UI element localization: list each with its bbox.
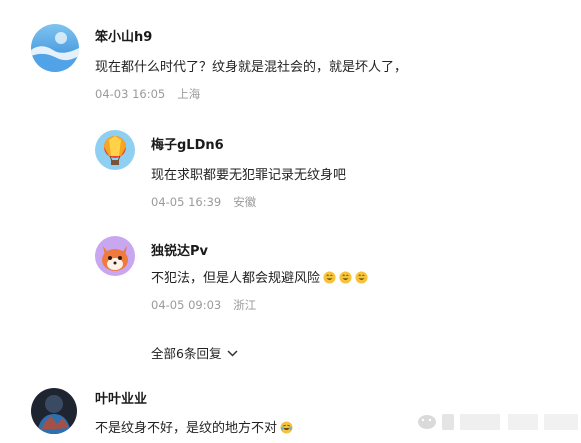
user-avatar[interactable] xyxy=(31,24,79,72)
expand-replies-button[interactable]: 全部6条回复 xyxy=(151,343,238,362)
reply-location: 浙江 xyxy=(233,298,257,312)
comment-username[interactable]: 笨小山h9 xyxy=(95,26,152,45)
reply-text: 不犯法，但是人都会规避风险 xyxy=(151,271,321,286)
comment-meta: 04-03 16:05 上海 xyxy=(95,86,200,102)
grin-emoji-icon xyxy=(355,271,368,284)
chevron-down-icon xyxy=(227,350,238,357)
reply-location: 安徽 xyxy=(233,195,257,209)
comment-username[interactable]: 叶叶业业 xyxy=(95,388,147,407)
expand-replies-label: 全部6条回复 xyxy=(151,346,222,361)
grin-emoji-icon xyxy=(339,271,352,284)
reply-meta: 04-05 09:03 浙江 xyxy=(151,297,256,313)
reply-username[interactable]: 独锐达Pv xyxy=(151,240,208,259)
reply-meta: 04-05 16:39 安徽 xyxy=(151,194,256,210)
comment-text: 现在都什么时代了？纹身就是混社会的，就是坏人了， xyxy=(95,60,408,75)
grin-emoji-icon xyxy=(323,271,336,284)
comment-location: 上海 xyxy=(177,87,201,101)
fox-cartoon-avatar-icon xyxy=(95,236,135,276)
watermark-logo-icon xyxy=(418,414,578,430)
reply-time: 04-05 09:03 xyxy=(151,298,222,312)
reply-item: 独锐达Pv 不犯法，但是人都会规避风险 04-05 09:03 浙江 xyxy=(0,220,581,330)
laugh-tears-emoji-icon xyxy=(280,421,293,434)
user-avatar[interactable] xyxy=(31,388,77,434)
comment-item: 笨小山h9 现在都什么时代了？纹身就是混社会的，就是坏人了， 04-03 16:… xyxy=(0,0,581,110)
reply-item: 梅子gLDn6 现在求职都要无犯罪记录无纹身吧 04-05 16:39 安徽 xyxy=(0,110,581,220)
user-avatar[interactable] xyxy=(95,130,135,170)
comment-text: 不是纹身不好，是纹的地方不对 xyxy=(95,421,278,436)
comment-time: 04-03 16:05 xyxy=(95,87,166,101)
dark-scene-avatar-icon xyxy=(31,388,77,434)
reply-time: 04-05 16:39 xyxy=(151,195,222,209)
reply-text: 现在求职都要无犯罪记录无纹身吧 xyxy=(151,168,347,183)
blue-ocean-avatar-icon xyxy=(31,24,79,72)
user-avatar[interactable] xyxy=(95,236,135,276)
hot-air-balloon-avatar-icon xyxy=(95,130,135,170)
reply-text-line: 不犯法，但是人都会规避风险 xyxy=(151,267,368,286)
reply-username[interactable]: 梅子gLDn6 xyxy=(151,134,224,153)
comment-text-line: 不是纹身不好，是纹的地方不对 xyxy=(95,417,293,436)
